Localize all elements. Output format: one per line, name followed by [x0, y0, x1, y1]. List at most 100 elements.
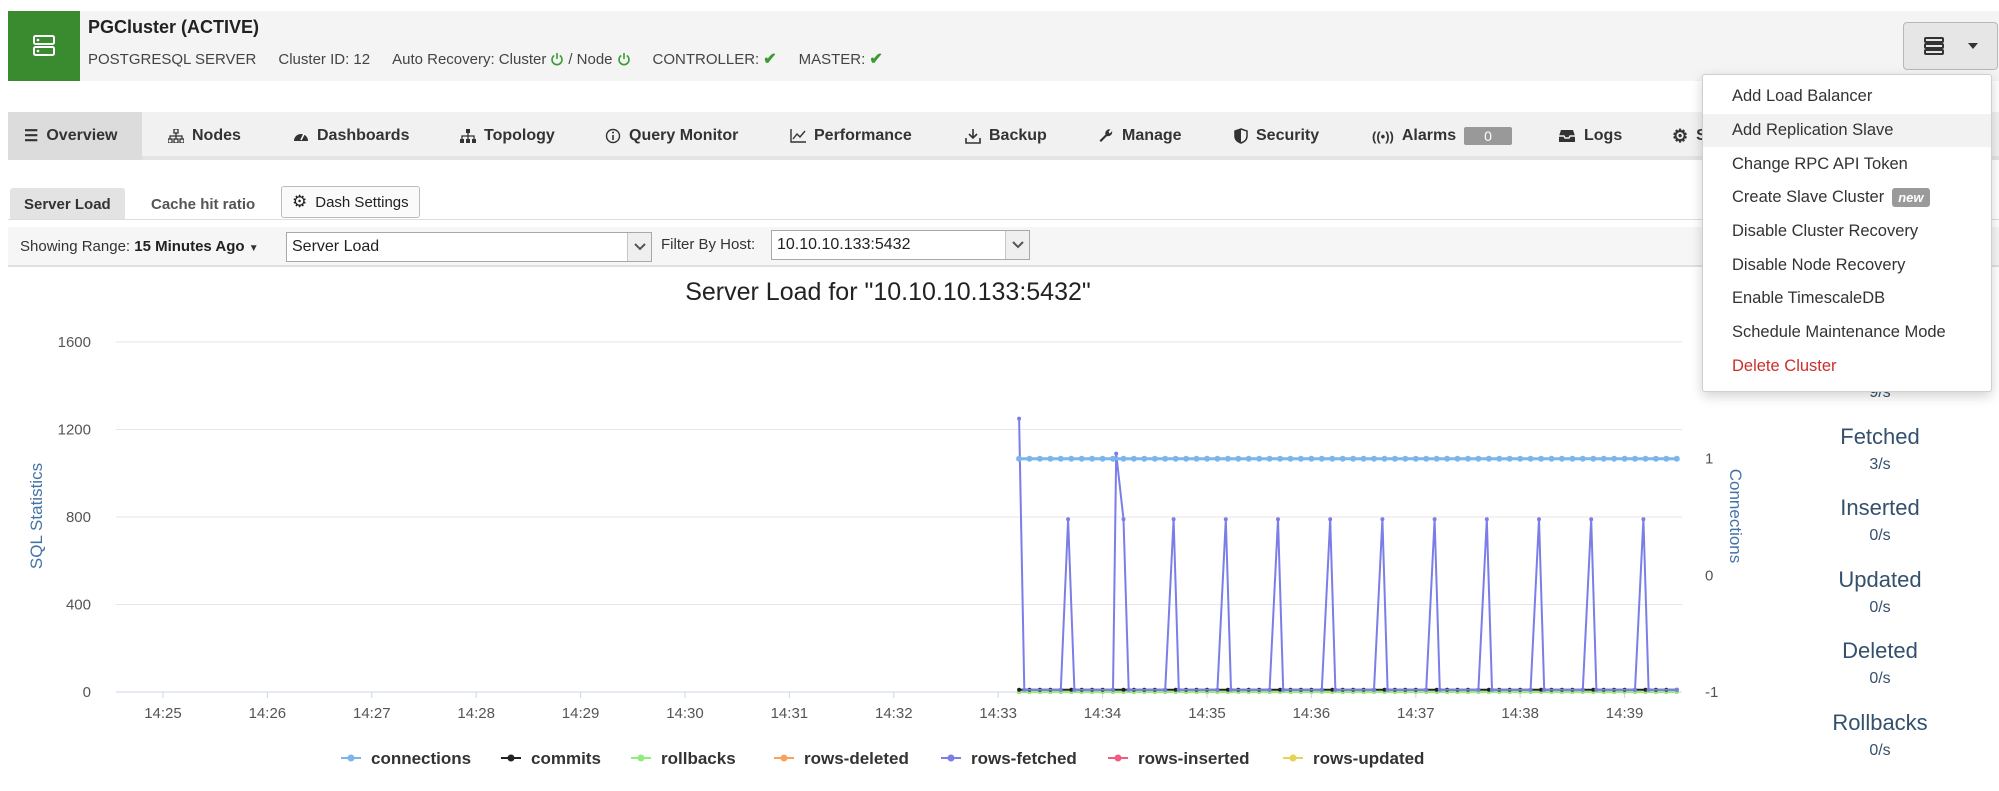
y2-tick-label: -1 — [1705, 684, 1718, 701]
data-point-rows-fetched — [1385, 687, 1390, 692]
menu-item-disable-cluster-recovery[interactable]: Disable Cluster Recovery — [1703, 215, 1991, 249]
legend-item-label: rows-fetched — [971, 749, 1077, 768]
x-tick-label: 14:38 — [1501, 705, 1539, 722]
menu-item-add-replication-slave[interactable]: Add Replication Slave — [1703, 113, 1991, 148]
y-ticks: 1600 1200 800 400 0 — [58, 334, 91, 701]
y-axis-label: SQL Statistics — [27, 463, 46, 569]
data-point-connections — [1381, 455, 1388, 462]
filter-host-label: Filter By Host: — [661, 236, 756, 253]
cluster-meta: POSTGRESQL SERVER Cluster ID: 12 Auto Re… — [88, 49, 883, 69]
topology-icon — [460, 129, 476, 143]
data-point-connections — [1036, 455, 1043, 462]
tab-security[interactable]: Security — [1234, 112, 1319, 160]
data-point-connections — [1621, 455, 1628, 462]
tab-label: Logs — [1584, 127, 1623, 144]
range-selector[interactable]: Showing Range: 15 Minutes Ago ▼ — [20, 238, 259, 255]
range-value: 15 Minutes Ago — [134, 238, 245, 255]
menu-item-enable-timescaledb[interactable]: Enable TimescaleDB — [1703, 282, 1991, 316]
data-point-rows-fetched — [1319, 687, 1324, 692]
data-point-connections — [1214, 455, 1221, 462]
stat-value: 0/s — [1869, 742, 1891, 759]
legend-marker — [780, 754, 788, 762]
tab-dashboards[interactable]: Dashboards — [293, 112, 409, 160]
data-point-rows-fetched — [1476, 687, 1481, 692]
data-point-connections — [1600, 455, 1607, 462]
data-point-connections — [1444, 455, 1451, 462]
menu-item-label: Disable Cluster Recovery — [1732, 222, 1919, 241]
tab-manage[interactable]: Manage — [1098, 112, 1182, 160]
master-label: MASTER: — [798, 50, 866, 68]
data-point-rows-fetched — [1580, 687, 1585, 692]
data-point-connections — [1318, 455, 1325, 462]
tab-alarms[interactable]: ((•)) Alarms 0 — [1372, 112, 1512, 160]
cluster-actions-button[interactable] — [1903, 22, 1998, 70]
host-select[interactable]: 10.10.10.133:5432 — [771, 230, 1030, 260]
data-point-connections — [1277, 455, 1284, 462]
data-point-connections — [1642, 455, 1649, 462]
controller-status: CONTROLLER: ✔ — [653, 49, 777, 69]
y2-tick-label: 1 — [1705, 451, 1713, 468]
dashboard-select[interactable]: Server Load — [286, 232, 652, 262]
data-point-connections — [1663, 455, 1670, 462]
main-tabs: ☰ Overview Nodes Dashboards Topology Que… — [8, 112, 1999, 160]
data-point-rows-fetched — [1542, 687, 1547, 692]
subtab-cache-hit-ratio[interactable]: Cache hit ratio — [151, 188, 255, 220]
server-type: POSTGRESQL SERVER — [88, 50, 257, 68]
dashboard-select-value: Server Load — [292, 238, 380, 255]
data-point-rows-fetched — [1121, 517, 1126, 522]
data-point-connections — [1611, 455, 1618, 462]
controller-label: CONTROLLER: — [652, 50, 760, 68]
data-point-connections — [1527, 455, 1534, 462]
data-point-connections — [1162, 455, 1169, 462]
tab-performance[interactable]: Performance — [790, 112, 912, 160]
data-point-connections — [1047, 455, 1054, 462]
auto-recovery: Auto Recovery: Cluster / Node — [392, 51, 630, 68]
tab-backup[interactable]: Backup — [965, 112, 1047, 160]
tab-label: Topology — [484, 127, 555, 144]
tab-label: Security — [1256, 127, 1320, 144]
x-tick-label: 14:36 — [1293, 705, 1331, 722]
tab-topology[interactable]: Topology — [460, 112, 555, 160]
tab-logs[interactable]: Logs — [1558, 112, 1622, 160]
data-point-connections — [1089, 455, 1096, 462]
legend-item-label: connections — [371, 749, 471, 768]
menu-item-delete-cluster[interactable]: Delete Cluster — [1703, 350, 1991, 384]
list-icon: ☰ — [24, 128, 39, 145]
dash-settings-button[interactable]: ⚙ Dash Settings — [281, 186, 420, 218]
tab-nodes[interactable]: Nodes — [168, 112, 241, 160]
menu-item-schedule-maintenance-mode[interactable]: Schedule Maintenance Mode — [1703, 316, 1991, 350]
cluster-id: Cluster ID: 12 — [278, 50, 371, 68]
data-point-rows-fetched — [1328, 517, 1333, 522]
tab-label: Backup — [989, 127, 1047, 144]
x-tick-label: 14:35 — [1188, 705, 1226, 722]
data-point-rows-fetched — [1490, 687, 1494, 692]
menu-item-label: Create Slave Cluster — [1732, 188, 1885, 207]
stat-value: 0/s — [1869, 670, 1891, 687]
data-point-connections — [1141, 455, 1148, 462]
data-point-connections — [1632, 455, 1638, 462]
master-status: MASTER: ✔ — [799, 49, 883, 69]
menu-item-add-load-balancer[interactable]: Add Load Balancer — [1703, 80, 1991, 114]
tab-query-monitor[interactable]: Query Monitor — [605, 112, 738, 160]
data-point-rows-fetched — [1641, 517, 1646, 522]
tab-overview[interactable]: ☰ Overview — [8, 112, 142, 160]
data-point-rows-fetched — [1126, 687, 1131, 692]
legend-item-label: commits — [531, 749, 601, 768]
menu-item-label: Add Replication Slave — [1732, 121, 1894, 140]
data-point-connections — [1558, 455, 1565, 462]
data-point-connections — [1465, 455, 1471, 462]
menu-item-disable-node-recovery[interactable]: Disable Node Recovery — [1703, 248, 1991, 282]
y-tick-label: 400 — [66, 597, 91, 614]
data-point-rows-fetched — [1276, 517, 1280, 522]
data-point-connections — [1339, 455, 1346, 462]
x-tick-label: 14:29 — [562, 705, 600, 722]
data-point-connections — [1193, 455, 1200, 462]
server-load-chart: Server Load for "10.10.10.133:5432" SQL … — [27, 278, 1745, 768]
data-point-connections — [1099, 455, 1106, 462]
data-point-rows-fetched — [1215, 687, 1220, 692]
x-tick-label: 14:30 — [666, 705, 704, 722]
subtab-server-load[interactable]: Server Load — [10, 188, 125, 220]
legend-marker — [347, 754, 355, 762]
menu-item-create-slave-cluster[interactable]: Create Slave Cluster new — [1703, 181, 1991, 215]
menu-item-change-rpc-api-token[interactable]: Change RPC API Token — [1703, 147, 1991, 181]
